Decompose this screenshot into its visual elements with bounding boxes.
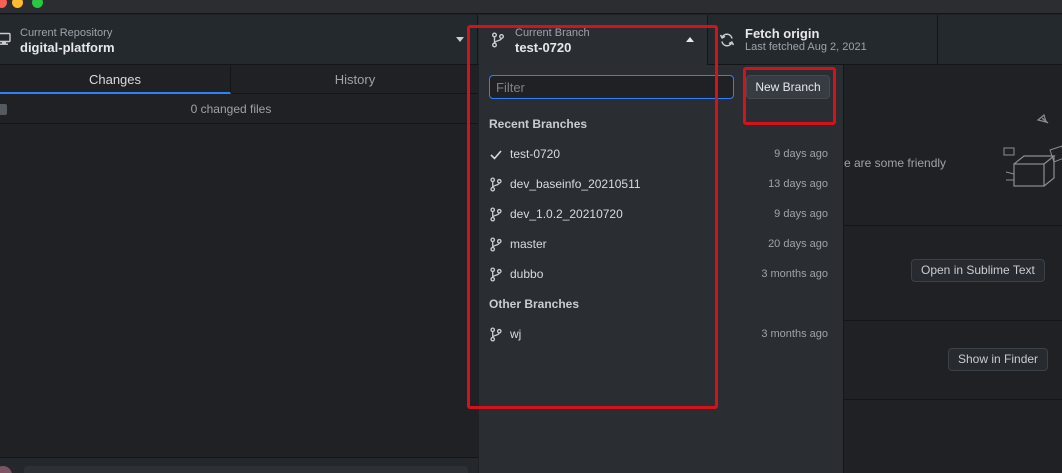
divider [844,399,1062,400]
branch-name: dubbo [510,267,544,281]
repository-name: digital-platform [20,40,115,55]
avatar [0,466,12,473]
changes-header: 0 changed files [0,95,478,124]
new-branch-button[interactable]: New Branch [746,75,830,99]
branch-age: 13 days ago [768,178,828,190]
branch-age: 9 days ago [774,148,828,160]
last-fetched-text: Last fetched Aug 2, 2021 [745,41,867,53]
other-branches-header: Other Branches [489,297,580,311]
show-in-finder-button[interactable]: Show in Finder [948,348,1049,371]
branch-age: 9 days ago [774,208,828,220]
branch-icon [492,32,504,48]
tab-changes[interactable]: Changes [0,66,231,94]
fetch-origin-button[interactable]: Fetch origin Last fetched Aug 2, 2021 [709,15,938,65]
branch-name: test-0720 [510,147,561,161]
branch-name: master [510,237,547,251]
branch-caption: Current Branch [515,27,590,39]
fetch-title: Fetch origin [745,26,820,41]
branch-icon [490,267,502,282]
branch-item-test-0720[interactable]: test-0720 9 days ago [479,139,843,169]
open-in-editor-button[interactable]: Open in Sublime Text [911,259,1045,282]
branch-item-dev-baseinfo[interactable]: dev_baseinfo_20210511 13 days ago [479,169,843,199]
minimize-window-button[interactable] [12,0,23,8]
branch-icon [490,237,502,252]
branch-name: wj [510,327,522,341]
changes-list [0,124,478,458]
toolbar: Current Repository digital-platform Curr… [0,15,1062,65]
branch-item-master[interactable]: master 20 days ago [479,229,843,259]
branch-name: dev_baseinfo_20210511 [510,177,641,191]
branch-dropdown: New Branch Recent Branches test-0720 9 d… [479,65,844,473]
current-branch-button[interactable]: Current Branch test-0720 [479,15,708,65]
branch-icon [490,327,502,342]
recent-branches-header: Recent Branches [489,117,588,131]
sync-icon [719,33,735,47]
branch-age: 20 days ago [768,238,828,250]
branch-name: dev_1.0.2_20210720 [510,207,623,221]
commit-area [0,457,478,473]
branch-age: 3 months ago [761,268,828,280]
empty-state-illustration [1003,114,1062,187]
repository-caption: Current Repository [20,27,113,39]
zoom-window-button[interactable] [32,0,43,8]
window-titlebar [0,0,1062,14]
changes-history-tabs: Changes History [0,66,478,94]
branch-icon [490,177,502,192]
caret-down-icon [456,37,464,42]
close-window-button[interactable] [0,0,7,8]
branch-item-wj[interactable]: wj 3 months ago [479,319,843,349]
branch-name: test-0720 [515,40,572,55]
tab-history[interactable]: History [232,66,478,94]
caret-up-icon [686,37,694,42]
branch-icon [490,207,502,222]
commit-summary-input[interactable] [24,466,468,473]
friendly-suggestions-text: e are some friendly [844,156,947,170]
divider [844,225,1062,226]
divider [844,320,1062,321]
check-icon [490,150,502,160]
changed-files-count: 0 changed files [190,102,272,116]
branch-filter-input[interactable] [489,75,734,99]
no-changes-panel: e are some friendly Open in Sublime Text… [844,66,1062,473]
branch-item-dubbo[interactable]: dubbo 3 months ago [479,259,843,289]
branch-item-dev-1-0-2[interactable]: dev_1.0.2_20210720 9 days ago [479,199,843,229]
branch-age: 3 months ago [761,328,828,340]
computer-icon [0,32,11,45]
current-repository-button[interactable]: Current Repository digital-platform [0,15,478,65]
